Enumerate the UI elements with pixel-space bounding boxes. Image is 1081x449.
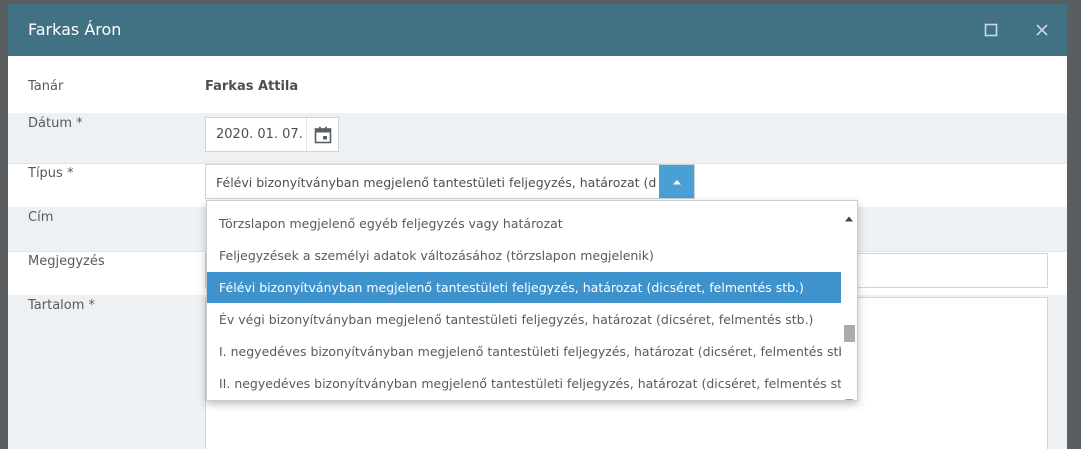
dropdown-option[interactable]: Feljegyzések a személyi adatok változásá… bbox=[207, 240, 841, 271]
dropdown-option[interactable]: II. negyedéves bizonyítványban megjelenő… bbox=[207, 368, 841, 399]
note-label: Megjegyzés bbox=[28, 254, 105, 269]
type-label: Típus * bbox=[28, 166, 74, 181]
type-select[interactable]: Félévi bizonyítványban megjelenő tantest… bbox=[205, 164, 695, 199]
dropdown-scrollbar[interactable] bbox=[841, 201, 857, 400]
scroll-down-icon[interactable] bbox=[845, 390, 853, 400]
subject-label: Cím bbox=[28, 210, 54, 225]
teacher-row: Tanár Farkas Attila bbox=[8, 56, 1067, 114]
page-backdrop bbox=[1067, 4, 1081, 449]
calendar-icon[interactable] bbox=[314, 126, 332, 144]
dropdown-option[interactable]: I. negyedéves bizonyítványban megjelenő … bbox=[207, 336, 841, 367]
dropdown-option[interactable]: Év végi bizonyítványban megjelenő tantes… bbox=[207, 304, 841, 335]
modal-dialog: Farkas Áron Tanár Farkas Attila Dátum * … bbox=[8, 4, 1067, 449]
date-label: Dátum * bbox=[28, 116, 83, 131]
chevron-up-icon[interactable] bbox=[659, 165, 694, 198]
modal-title: Farkas Áron bbox=[28, 20, 122, 39]
teacher-value: Farkas Attila bbox=[205, 79, 299, 94]
content-label: Tartalom * bbox=[28, 298, 96, 313]
dropdown-option[interactable]: Törzslapon megjelenő egyéb feljegyzés va… bbox=[207, 208, 841, 239]
type-dropdown-list: Törzslapon megjelenő egyéb feljegyzés va… bbox=[206, 200, 858, 401]
close-icon[interactable] bbox=[1030, 18, 1054, 42]
scrollbar-thumb[interactable] bbox=[844, 325, 855, 342]
date-value: 2020. 01. 07. bbox=[216, 127, 303, 142]
date-row: Dátum * bbox=[8, 113, 1067, 164]
date-separator bbox=[306, 118, 307, 151]
modal-header: Farkas Áron bbox=[8, 4, 1067, 56]
maximize-icon[interactable] bbox=[979, 18, 1003, 42]
type-select-value: Félévi bizonyítványban megjelenő tantest… bbox=[216, 175, 656, 190]
date-input[interactable]: 2020. 01. 07. bbox=[205, 117, 339, 152]
teacher-label: Tanár bbox=[28, 79, 64, 94]
scroll-up-icon[interactable] bbox=[845, 207, 853, 222]
dropdown-option-selected[interactable]: Félévi bizonyítványban megjelenő tantest… bbox=[207, 272, 841, 303]
